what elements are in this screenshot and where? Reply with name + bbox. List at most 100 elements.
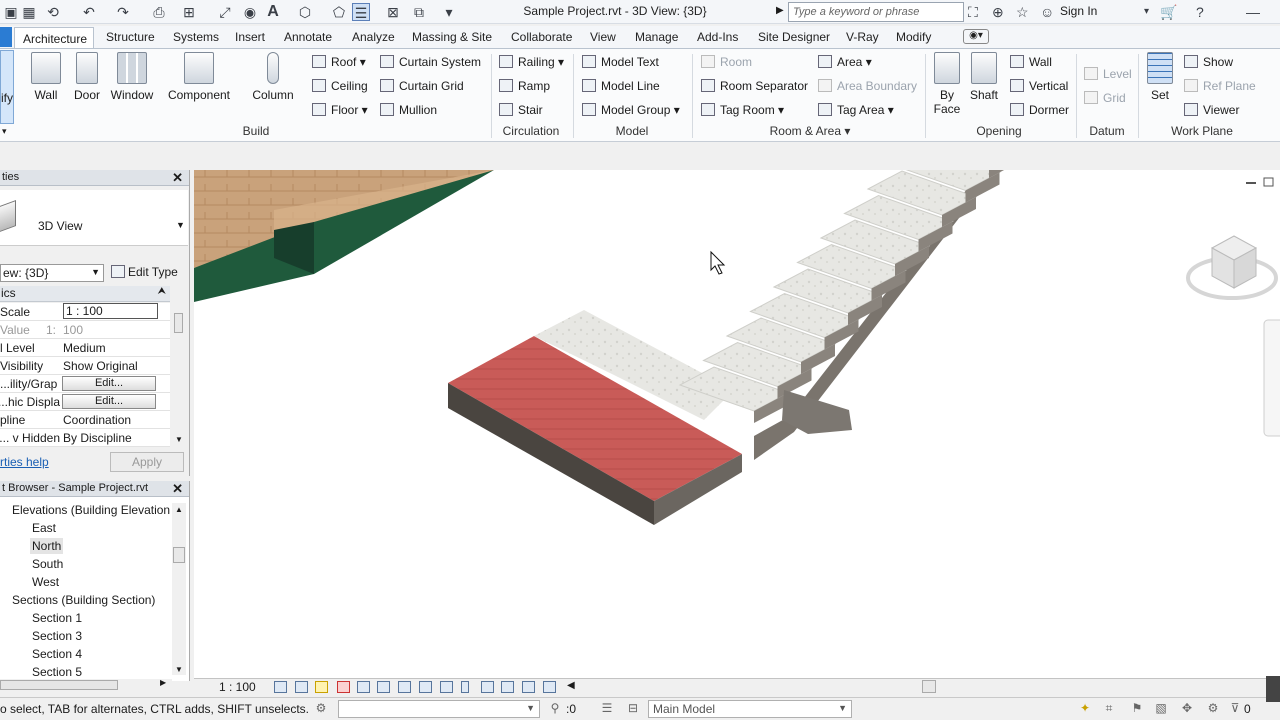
background-process-icon[interactable]: ⚙ (1206, 701, 1220, 715)
wall-button[interactable]: Wall (28, 52, 64, 102)
tab-structure[interactable]: Structure (106, 30, 155, 44)
set-workplane-button[interactable]: Set (1144, 52, 1176, 102)
tab-architecture[interactable]: Architecture (14, 27, 94, 49)
select-underlay-icon[interactable]: ⌗ (1102, 701, 1116, 715)
search-input[interactable]: Type a keyword or phrase (788, 2, 964, 22)
crop-view-icon[interactable] (377, 681, 390, 693)
tab-view[interactable]: View (590, 30, 616, 44)
open-icon[interactable]: ▣ (2, 3, 20, 21)
graphics-section-header[interactable]: ics ⮝ (0, 286, 170, 302)
tag-area-button[interactable]: Tag Area ▾ (818, 103, 894, 117)
tab-add-ins[interactable]: Add-Ins (697, 30, 738, 44)
door-button[interactable]: Door (70, 52, 104, 102)
aligned-dimension-icon[interactable]: ⤢ (216, 3, 234, 21)
ramp-button[interactable]: Ramp (499, 79, 550, 93)
component-button[interactable]: Component (164, 52, 234, 102)
tab-annotate[interactable]: Annotate (284, 30, 332, 44)
drag-elements-icon[interactable]: ✥ (1180, 701, 1194, 715)
model-text-button[interactable]: Model Text (582, 55, 659, 69)
ribbon-options-icon[interactable]: ◉▾ (963, 29, 989, 44)
select-pinned-icon[interactable]: ⚑ (1130, 701, 1144, 715)
by-face-button[interactable]: By Face (930, 52, 964, 116)
restore-view-icon[interactable] (1263, 177, 1274, 187)
visibility-graphics-edit-button[interactable]: Edit... (62, 376, 156, 391)
tab-collaborate[interactable]: Collaborate (511, 30, 572, 44)
hide-analytical-icon[interactable] (522, 681, 535, 693)
browser-hscrollbar[interactable]: ▶ (0, 678, 172, 691)
parts-visibility-value[interactable]: Show Original (63, 359, 158, 373)
show-workplane-button[interactable]: Show (1184, 55, 1233, 69)
browser-scrollbar[interactable]: ▲ ▼ (172, 503, 186, 675)
tag-room-button[interactable]: Tag Room ▾ (701, 103, 784, 117)
scroll-down-icon[interactable]: ▼ (175, 435, 183, 444)
binoculars-icon[interactable]: ⛶ (968, 3, 978, 21)
chevron-down-icon[interactable]: ▾ (1144, 3, 1149, 21)
column-button[interactable]: Column (250, 52, 296, 102)
room-area-panel-dropdown[interactable]: Room & Area ▾ (760, 124, 860, 138)
print-icon[interactable]: ⎙ (150, 3, 168, 21)
scroll-up-icon[interactable]: ▲ (175, 505, 183, 514)
area-button[interactable]: Area ▾ (818, 55, 872, 69)
grid-button[interactable]: Grid (1084, 91, 1126, 105)
scroll-down-icon[interactable]: ▼ (175, 665, 183, 674)
cart-icon[interactable]: 🛒 (1160, 3, 1177, 21)
modify-button[interactable]: ify (0, 50, 14, 124)
reveal-hidden-icon[interactable] (461, 681, 469, 693)
tab-massing-site[interactable]: Massing & Site (412, 30, 492, 44)
ceiling-button[interactable]: Ceiling (312, 79, 368, 93)
measure-icon[interactable]: ⊞ (180, 3, 198, 21)
save-icon[interactable]: ▦ (20, 3, 38, 21)
worksharing-display-icon[interactable] (501, 681, 514, 693)
scrollbar-thumb[interactable] (174, 313, 183, 333)
curtain-system-button[interactable]: Curtain System (380, 55, 481, 69)
tab-v-ray[interactable]: V-Ray (846, 30, 879, 44)
filter-icon[interactable]: ⊽ (1228, 701, 1242, 715)
model-line-button[interactable]: Model Line (582, 79, 660, 93)
scroll-right-icon[interactable]: ▶ (160, 678, 166, 687)
navigation-bar[interactable] (1263, 319, 1280, 437)
redo-icon[interactable]: ↷ (114, 3, 132, 21)
help-icon[interactable]: ? (1196, 3, 1204, 21)
tab-systems[interactable]: Systems (173, 30, 219, 44)
room-button[interactable]: Room (701, 55, 752, 69)
stair-button[interactable]: Stair (499, 103, 543, 117)
wall-opening-button[interactable]: Wall (1010, 55, 1052, 69)
minimize-icon[interactable]: — (1246, 3, 1260, 21)
ref-plane-button[interactable]: Ref Plane (1184, 79, 1256, 93)
view-scale-control[interactable]: 1 : 100 (219, 680, 256, 694)
viewer-button[interactable]: Viewer (1184, 103, 1239, 117)
switch-windows-icon[interactable]: ⧉ (410, 3, 428, 21)
temporary-view-properties-icon[interactable] (481, 681, 494, 693)
workset-dropdown[interactable]: ▼ (338, 700, 540, 718)
floor-button[interactable]: Floor ▾ (312, 103, 368, 117)
sync-icon[interactable]: ⟲ (44, 3, 62, 21)
shaft-button[interactable]: Shaft (966, 52, 1002, 102)
tree-item-west[interactable]: West (32, 575, 59, 589)
level-button[interactable]: Level (1084, 67, 1132, 81)
view-hscrollbar-thumb[interactable] (922, 680, 936, 693)
3d-view-icon[interactable]: ⬡ (296, 3, 314, 21)
elevations-group[interactable]: Elevations (Building Elevation (12, 503, 170, 517)
sign-in-link[interactable]: Sign In (1060, 4, 1097, 18)
scrollbar-thumb[interactable] (173, 547, 185, 563)
3d-viewport[interactable] (194, 170, 1280, 678)
curtain-grid-button[interactable]: Curtain Grid (380, 79, 464, 93)
exclude-options-icon[interactable]: ⊟ (626, 701, 640, 715)
close-icon[interactable]: ✕ (172, 481, 183, 497)
show-hidden-lines-value[interactable]: By Discipline (63, 431, 158, 445)
visual-style-icon[interactable] (295, 681, 308, 693)
highlight-displacement-icon[interactable] (543, 681, 556, 693)
temporary-hide-icon[interactable] (440, 681, 453, 693)
properties-help-link[interactable]: rties help (0, 455, 49, 469)
tree-item-east[interactable]: East (32, 521, 56, 535)
discipline-value[interactable]: Coordination (63, 413, 158, 427)
tab-insert[interactable]: Insert (235, 30, 265, 44)
scroll-left-icon[interactable]: ◀ (567, 680, 575, 691)
view-instance-selector[interactable]: ew: {3D} ▼ (0, 264, 104, 282)
tree-item-section-5[interactable]: Section 5 (32, 665, 82, 679)
room-separator-button[interactable]: Room Separator (701, 79, 808, 93)
undo-icon[interactable]: ↶ (80, 3, 98, 21)
scrollbar-thumb[interactable] (0, 680, 118, 690)
area-boundary-button[interactable]: Area Boundary (818, 79, 917, 93)
tab-site-designer[interactable]: Site Designer (758, 30, 830, 44)
